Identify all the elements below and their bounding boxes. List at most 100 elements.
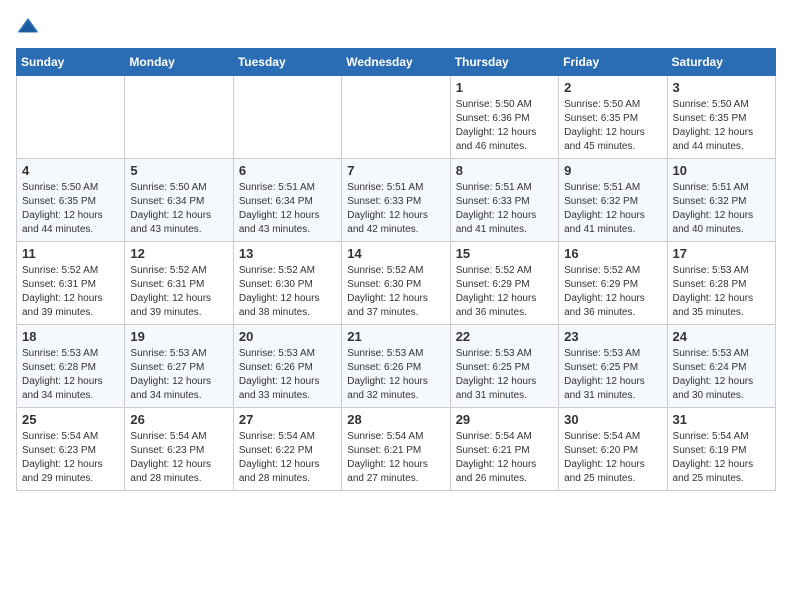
day-info: Sunrise: 5:53 AM Sunset: 6:28 PM Dayligh… (22, 347, 119, 403)
day-info: Sunrise: 5:52 AM Sunset: 6:30 PM Dayligh… (239, 264, 336, 320)
day-number: 16 (564, 246, 661, 261)
day-number: 31 (673, 412, 770, 427)
day-number: 8 (456, 163, 553, 178)
weekday-header: Thursday (450, 49, 558, 76)
calendar-cell: 13 Sunrise: 5:52 AM Sunset: 6:30 PM Dayli… (233, 242, 341, 325)
day-info: Sunrise: 5:51 AM Sunset: 6:33 PM Dayligh… (347, 181, 444, 237)
day-number: 25 (22, 412, 119, 427)
logo (16, 16, 44, 36)
logo-icon (16, 16, 40, 36)
calendar-cell: 6 Sunrise: 5:51 AM Sunset: 6:34 PM Daylig… (233, 159, 341, 242)
calendar-cell: 14 Sunrise: 5:52 AM Sunset: 6:30 PM Dayli… (342, 242, 450, 325)
day-number: 20 (239, 329, 336, 344)
day-number: 30 (564, 412, 661, 427)
day-number: 9 (564, 163, 661, 178)
day-info: Sunrise: 5:53 AM Sunset: 6:26 PM Dayligh… (239, 347, 336, 403)
day-info: Sunrise: 5:54 AM Sunset: 6:19 PM Dayligh… (673, 430, 770, 486)
calendar-cell (125, 76, 233, 159)
calendar-header-row: SundayMondayTuesdayWednesdayThursdayFrid… (17, 49, 776, 76)
day-info: Sunrise: 5:54 AM Sunset: 6:21 PM Dayligh… (347, 430, 444, 486)
day-info: Sunrise: 5:52 AM Sunset: 6:31 PM Dayligh… (22, 264, 119, 320)
day-number: 26 (130, 412, 227, 427)
day-number: 17 (673, 246, 770, 261)
day-number: 10 (673, 163, 770, 178)
day-number: 19 (130, 329, 227, 344)
day-number: 24 (673, 329, 770, 344)
day-number: 11 (22, 246, 119, 261)
day-info: Sunrise: 5:51 AM Sunset: 6:34 PM Dayligh… (239, 181, 336, 237)
day-number: 15 (456, 246, 553, 261)
day-number: 6 (239, 163, 336, 178)
weekday-header: Friday (559, 49, 667, 76)
day-number: 21 (347, 329, 444, 344)
day-info: Sunrise: 5:54 AM Sunset: 6:21 PM Dayligh… (456, 430, 553, 486)
calendar-cell: 19 Sunrise: 5:53 AM Sunset: 6:27 PM Dayli… (125, 325, 233, 408)
day-info: Sunrise: 5:51 AM Sunset: 6:32 PM Dayligh… (673, 181, 770, 237)
calendar-cell: 24Sunrise: 5:53 AM Sunset: 6:24 PM Dayli… (667, 325, 775, 408)
day-info: Sunrise: 5:53 AM Sunset: 6:27 PM Dayligh… (130, 347, 227, 403)
calendar-week-row: 25 Sunrise: 5:54 AM Sunset: 6:23 PM Dayli… (17, 408, 776, 491)
calendar-cell: 2 Sunrise: 5:50 AM Sunset: 6:35 PM Daylig… (559, 76, 667, 159)
calendar-cell: 31 Sunrise: 5:54 AM Sunset: 6:19 PM Dayli… (667, 408, 775, 491)
day-info: Sunrise: 5:53 AM Sunset: 6:28 PM Dayligh… (673, 264, 770, 320)
calendar-cell (17, 76, 125, 159)
calendar-cell: 30Sunrise: 5:54 AM Sunset: 6:20 PM Dayli… (559, 408, 667, 491)
calendar-cell: 27Sunrise: 5:54 AM Sunset: 6:22 PM Dayli… (233, 408, 341, 491)
calendar-cell: 12 Sunrise: 5:52 AM Sunset: 6:31 PM Dayli… (125, 242, 233, 325)
calendar-week-row: 11 Sunrise: 5:52 AM Sunset: 6:31 PM Dayli… (17, 242, 776, 325)
calendar-cell: 25 Sunrise: 5:54 AM Sunset: 6:23 PM Dayli… (17, 408, 125, 491)
day-info: Sunrise: 5:51 AM Sunset: 6:32 PM Dayligh… (564, 181, 661, 237)
page-header (16, 16, 776, 36)
weekday-header: Wednesday (342, 49, 450, 76)
calendar-cell (342, 76, 450, 159)
day-info: Sunrise: 5:50 AM Sunset: 6:35 PM Dayligh… (22, 181, 119, 237)
weekday-header: Saturday (667, 49, 775, 76)
day-info: Sunrise: 5:53 AM Sunset: 6:26 PM Dayligh… (347, 347, 444, 403)
day-number: 28 (347, 412, 444, 427)
calendar-cell: 7 Sunrise: 5:51 AM Sunset: 6:33 PM Daylig… (342, 159, 450, 242)
calendar-cell: 11 Sunrise: 5:52 AM Sunset: 6:31 PM Dayli… (17, 242, 125, 325)
calendar-cell: 9 Sunrise: 5:51 AM Sunset: 6:32 PM Daylig… (559, 159, 667, 242)
calendar-cell: 5 Sunrise: 5:50 AM Sunset: 6:34 PM Daylig… (125, 159, 233, 242)
day-number: 5 (130, 163, 227, 178)
calendar-cell: 1Sunrise: 5:50 AM Sunset: 6:36 PM Daylig… (450, 76, 558, 159)
calendar-cell: 28 Sunrise: 5:54 AM Sunset: 6:21 PM Dayli… (342, 408, 450, 491)
day-info: Sunrise: 5:54 AM Sunset: 6:23 PM Dayligh… (130, 430, 227, 486)
calendar-cell: 4 Sunrise: 5:50 AM Sunset: 6:35 PM Daylig… (17, 159, 125, 242)
day-info: Sunrise: 5:50 AM Sunset: 6:35 PM Dayligh… (564, 98, 661, 154)
weekday-header: Sunday (17, 49, 125, 76)
calendar-cell: 22 Sunrise: 5:53 AM Sunset: 6:25 PM Dayli… (450, 325, 558, 408)
calendar-week-row: 1Sunrise: 5:50 AM Sunset: 6:36 PM Daylig… (17, 76, 776, 159)
calendar-week-row: 18 Sunrise: 5:53 AM Sunset: 6:28 PM Dayli… (17, 325, 776, 408)
day-info: Sunrise: 5:52 AM Sunset: 6:29 PM Dayligh… (456, 264, 553, 320)
day-info: Sunrise: 5:50 AM Sunset: 6:34 PM Dayligh… (130, 181, 227, 237)
day-info: Sunrise: 5:52 AM Sunset: 6:29 PM Dayligh… (564, 264, 661, 320)
day-number: 29 (456, 412, 553, 427)
day-info: Sunrise: 5:52 AM Sunset: 6:30 PM Dayligh… (347, 264, 444, 320)
calendar-cell (233, 76, 341, 159)
day-number: 27 (239, 412, 336, 427)
day-number: 14 (347, 246, 444, 261)
day-info: Sunrise: 5:51 AM Sunset: 6:33 PM Dayligh… (456, 181, 553, 237)
day-number: 2 (564, 80, 661, 95)
day-info: Sunrise: 5:52 AM Sunset: 6:31 PM Dayligh… (130, 264, 227, 320)
calendar-cell: 10 Sunrise: 5:51 AM Sunset: 6:32 PM Dayli… (667, 159, 775, 242)
day-number: 18 (22, 329, 119, 344)
day-info: Sunrise: 5:53 AM Sunset: 6:25 PM Dayligh… (564, 347, 661, 403)
calendar-cell: 8 Sunrise: 5:51 AM Sunset: 6:33 PM Daylig… (450, 159, 558, 242)
calendar-cell: 15 Sunrise: 5:52 AM Sunset: 6:29 PM Dayli… (450, 242, 558, 325)
day-info: Sunrise: 5:54 AM Sunset: 6:23 PM Dayligh… (22, 430, 119, 486)
day-number: 13 (239, 246, 336, 261)
calendar-cell: 26 Sunrise: 5:54 AM Sunset: 6:23 PM Dayli… (125, 408, 233, 491)
day-number: 4 (22, 163, 119, 178)
day-number: 7 (347, 163, 444, 178)
day-info: Sunrise: 5:53 AM Sunset: 6:25 PM Dayligh… (456, 347, 553, 403)
day-number: 12 (130, 246, 227, 261)
calendar-cell: 23 Sunrise: 5:53 AM Sunset: 6:25 PM Dayli… (559, 325, 667, 408)
day-number: 3 (673, 80, 770, 95)
day-number: 1 (456, 80, 553, 95)
day-number: 23 (564, 329, 661, 344)
calendar-cell: 17 Sunrise: 5:53 AM Sunset: 6:28 PM Dayli… (667, 242, 775, 325)
day-number: 22 (456, 329, 553, 344)
calendar-cell: 18 Sunrise: 5:53 AM Sunset: 6:28 PM Dayli… (17, 325, 125, 408)
